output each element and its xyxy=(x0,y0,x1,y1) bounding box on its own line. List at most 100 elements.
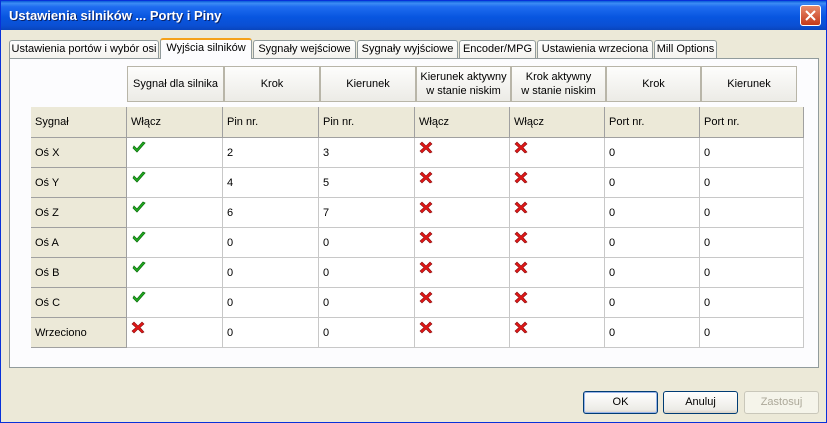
column-header-col-dir-low: Włącz xyxy=(415,107,510,138)
table-cell-dir-pin[interactable]: 7 xyxy=(319,198,415,228)
tab-encoder-mpg[interactable]: Encoder/MPG xyxy=(459,40,536,58)
red-x-icon xyxy=(514,141,528,154)
green-check-icon xyxy=(132,171,146,183)
table-cell-dir-pin[interactable]: 0 xyxy=(319,228,415,258)
dialog-window: Ustawienia silników ... Porty i Piny Ust… xyxy=(0,0,827,423)
tab-motor-outputs[interactable]: Wyjścia silników xyxy=(160,38,252,59)
tab-panel: Sygnał dla silnika Krok Kierunek Kierune… xyxy=(9,58,819,368)
table-cell-step-pin[interactable]: 0 xyxy=(223,318,319,348)
table-cell-step-pin[interactable]: 6 xyxy=(223,198,319,228)
tab-mill-options[interactable]: Mill Options xyxy=(654,40,717,58)
group-header-step-low-active: Krok aktywny w stanie niskim xyxy=(511,66,606,102)
table-cell-step-port[interactable]: 0 xyxy=(605,138,700,168)
red-x-icon xyxy=(419,261,433,274)
row-header: Oś Y xyxy=(31,168,127,198)
column-header-col-step-port: Port nr. xyxy=(605,107,700,138)
table-cell-dir-low[interactable] xyxy=(415,228,510,258)
column-header-col-step-pin: Pin nr. xyxy=(223,107,319,138)
table-cell-dir-pin[interactable]: 0 xyxy=(319,318,415,348)
ok-button[interactable]: OK xyxy=(583,391,658,414)
column-header-col-dir-pin: Pin nr. xyxy=(319,107,415,138)
red-x-icon xyxy=(131,321,145,334)
row-header: Oś Z xyxy=(31,198,127,228)
table-cell-step-pin[interactable]: 0 xyxy=(223,228,319,258)
table-cell-step-low[interactable] xyxy=(510,228,605,258)
table-cell-step-low[interactable] xyxy=(510,198,605,228)
row-header: Oś C xyxy=(31,288,127,318)
table-cell-step-low[interactable] xyxy=(510,258,605,288)
table-cell-step-port[interactable]: 0 xyxy=(605,198,700,228)
red-x-icon xyxy=(419,321,433,334)
green-check-icon xyxy=(132,141,146,153)
row-header: Wrzeciono xyxy=(31,318,127,348)
table-cell-enable[interactable] xyxy=(127,168,223,198)
table-cell-dir-port[interactable]: 0 xyxy=(700,318,804,348)
red-x-icon xyxy=(514,171,528,184)
red-x-icon xyxy=(419,291,433,304)
table-cell-step-port[interactable]: 0 xyxy=(605,228,700,258)
table-cell-step-low[interactable] xyxy=(510,138,605,168)
table-cell-dir-pin[interactable]: 5 xyxy=(319,168,415,198)
table-cell-dir-port[interactable]: 0 xyxy=(700,138,804,168)
group-header-dir-port: Kierunek xyxy=(701,66,797,102)
table-cell-step-pin[interactable]: 0 xyxy=(223,288,319,318)
table-cell-step-low[interactable] xyxy=(510,318,605,348)
table-cell-dir-pin[interactable]: 0 xyxy=(319,288,415,318)
green-check-icon xyxy=(132,231,146,243)
table-cell-dir-port[interactable]: 0 xyxy=(700,258,804,288)
table-cell-step-pin[interactable]: 0 xyxy=(223,258,319,288)
red-x-icon xyxy=(514,201,528,214)
table-cell-dir-port[interactable]: 0 xyxy=(700,288,804,318)
red-x-icon xyxy=(514,321,528,334)
table-cell-dir-low[interactable] xyxy=(415,168,510,198)
red-x-icon xyxy=(514,231,528,244)
green-check-icon xyxy=(132,201,146,213)
group-header-step: Krok xyxy=(224,66,320,102)
group-header-direction: Kierunek xyxy=(320,66,416,102)
motor-outputs-table: Sygnał Włącz Pin nr. Pin nr. Włącz Włącz Port … xyxy=(31,107,804,398)
table-cell-dir-low[interactable] xyxy=(415,198,510,228)
green-check-icon xyxy=(132,291,146,303)
tab-output-signals[interactable]: Sygnały wyjściowe xyxy=(357,40,458,58)
table-cell-step-low[interactable] xyxy=(510,288,605,318)
column-header-col-dir-port: Port nr. xyxy=(700,107,804,138)
table-cell-step-port[interactable]: 0 xyxy=(605,318,700,348)
table-cell-enable[interactable] xyxy=(127,228,223,258)
tab-spindle-setup[interactable]: Ustawienia wrzeciona xyxy=(537,40,653,58)
row-header: Oś A xyxy=(31,228,127,258)
tab-port-setup[interactable]: Ustawienia portów i wybór osi xyxy=(9,40,159,58)
apply-button[interactable]: Zastosuj xyxy=(744,391,819,414)
table-cell-dir-port[interactable]: 0 xyxy=(700,228,804,258)
table-cell-step-low[interactable] xyxy=(510,168,605,198)
table-cell-step-pin[interactable]: 2 xyxy=(223,138,319,168)
group-header-dir-low-active: Kierunek aktywny w stanie niskim xyxy=(416,66,511,102)
green-check-icon xyxy=(132,261,146,273)
red-x-icon xyxy=(419,141,433,154)
red-x-icon xyxy=(419,171,433,184)
table-cell-dir-pin[interactable]: 0 xyxy=(319,258,415,288)
table-cell-step-port[interactable]: 0 xyxy=(605,288,700,318)
table-cell-enable[interactable] xyxy=(127,318,223,348)
table-cell-dir-port[interactable]: 0 xyxy=(700,168,804,198)
table-cell-dir-low[interactable] xyxy=(415,318,510,348)
table-cell-step-port[interactable]: 0 xyxy=(605,258,700,288)
table-cell-step-pin[interactable]: 4 xyxy=(223,168,319,198)
table-cell-dir-low[interactable] xyxy=(415,138,510,168)
table-cell-dir-pin[interactable]: 3 xyxy=(319,138,415,168)
table-cell-dir-low[interactable] xyxy=(415,258,510,288)
title-bar[interactable]: Ustawienia silników ... Porty i Piny xyxy=(1,1,826,30)
column-header-col-enable: Włącz xyxy=(127,107,223,138)
red-x-icon xyxy=(514,291,528,304)
row-header: Oś B xyxy=(31,258,127,288)
tab-input-signals[interactable]: Sygnały wejściowe xyxy=(253,40,356,58)
table-cell-enable[interactable] xyxy=(127,258,223,288)
table-cell-enable[interactable] xyxy=(127,288,223,318)
table-cell-dir-port[interactable]: 0 xyxy=(700,198,804,228)
table-cell-enable[interactable] xyxy=(127,138,223,168)
close-button[interactable] xyxy=(800,5,821,26)
table-cell-dir-low[interactable] xyxy=(415,288,510,318)
close-icon xyxy=(805,10,816,21)
table-cell-step-port[interactable]: 0 xyxy=(605,168,700,198)
cancel-button[interactable]: Anuluj xyxy=(663,391,738,414)
table-cell-enable[interactable] xyxy=(127,198,223,228)
